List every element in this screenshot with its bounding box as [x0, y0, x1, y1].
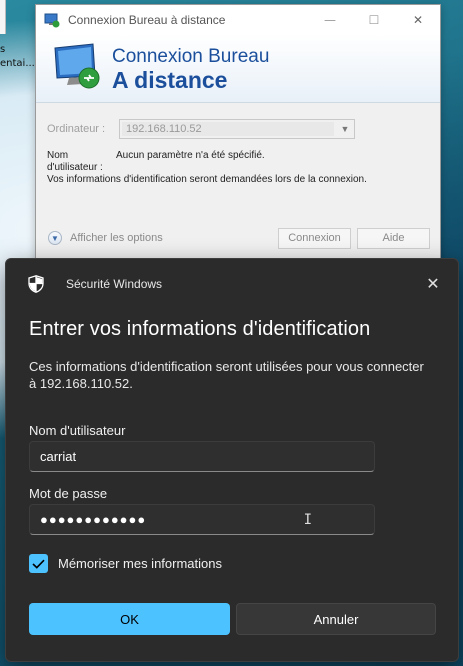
credentials-info-text: Vos informations d'identification seront… — [47, 174, 367, 185]
desktop-icon-label-line1: s — [0, 44, 6, 55]
rdp-window: Connexion Bureau à distance — ☐ ✕ Connex… — [35, 4, 441, 264]
chevron-down-icon[interactable]: ▼ — [336, 124, 354, 134]
help-button[interactable]: Aide — [357, 227, 430, 249]
username-label-line1: Nom — [47, 150, 69, 161]
username-field[interactable]: carriat — [29, 441, 375, 472]
computer-value: 192.168.110.52 — [122, 122, 334, 136]
username-field-label: Nom d'utilisateur — [29, 423, 126, 438]
rdp-app-icon — [44, 13, 60, 27]
rdp-monitor-icon — [54, 43, 100, 89]
maximize-button[interactable]: ☐ — [352, 5, 396, 34]
expand-icon: ▼ — [48, 231, 62, 245]
text-cursor-icon: I — [303, 512, 312, 528]
username-label-line2: d'utilisateur : — [47, 162, 103, 173]
close-button[interactable]: ✕ — [396, 5, 440, 34]
rdp-header: Connexion Bureau A distance — [36, 34, 440, 103]
username-value: Aucun paramètre n'a été spécifié. — [116, 150, 265, 161]
rdp-window-title: Connexion Bureau à distance — [68, 12, 226, 27]
cancel-button[interactable]: Annuler — [236, 603, 436, 635]
connect-button[interactable]: Connexion — [278, 227, 351, 249]
checkmark-icon — [32, 559, 45, 569]
connection-info: Nom Aucun paramètre n'a été spécifié. d'… — [47, 150, 429, 186]
rdp-footer: ▼ Afficher les options Connexion Aide — [36, 223, 440, 253]
ok-button[interactable]: OK — [29, 603, 230, 635]
desktop-icon[interactable] — [0, 0, 6, 34]
dialog-title: Entrer vos informations d'identification — [29, 318, 371, 340]
password-field-label: Mot de passe — [29, 486, 108, 501]
rdp-body: Ordinateur : 192.168.110.52 ▼ Nom Aucun … — [36, 103, 440, 186]
rdp-header-title-line1: Connexion Bureau — [112, 46, 270, 67]
computer-combobox[interactable]: 192.168.110.52 ▼ — [119, 119, 355, 139]
minimize-button[interactable]: — — [308, 5, 352, 34]
shield-icon — [28, 275, 44, 293]
rdp-titlebar: Connexion Bureau à distance — ☐ ✕ — [36, 5, 440, 34]
dialog-header: Sécurité Windows ✕ — [6, 259, 458, 309]
computer-row: Ordinateur : 192.168.110.52 ▼ — [47, 118, 429, 140]
show-options-label: Afficher les options — [70, 232, 163, 244]
password-field-value: ●●●●●●●●●●●● — [40, 512, 147, 527]
username-field-value: carriat — [40, 449, 77, 464]
dialog-description: Ces informations d'identification seront… — [29, 359, 424, 391]
dialog-app-name: Sécurité Windows — [66, 277, 163, 291]
rdp-header-title-line2: A distance — [112, 67, 228, 93]
show-options-button[interactable]: ▼ Afficher les options — [48, 231, 272, 245]
dialog-close-button[interactable]: ✕ — [408, 259, 458, 309]
remember-checkbox-row[interactable]: Mémoriser mes informations — [29, 554, 222, 573]
computer-label: Ordinateur : — [47, 123, 106, 135]
desktop-icon-label-line2: entai... — [0, 58, 35, 69]
remember-label: Mémoriser mes informations — [58, 556, 222, 571]
windows-security-dialog: Sécurité Windows ✕ Entrer vos informatio… — [5, 258, 459, 662]
remember-checkbox[interactable] — [29, 554, 48, 573]
password-field[interactable]: ●●●●●●●●●●●● I — [29, 504, 375, 535]
